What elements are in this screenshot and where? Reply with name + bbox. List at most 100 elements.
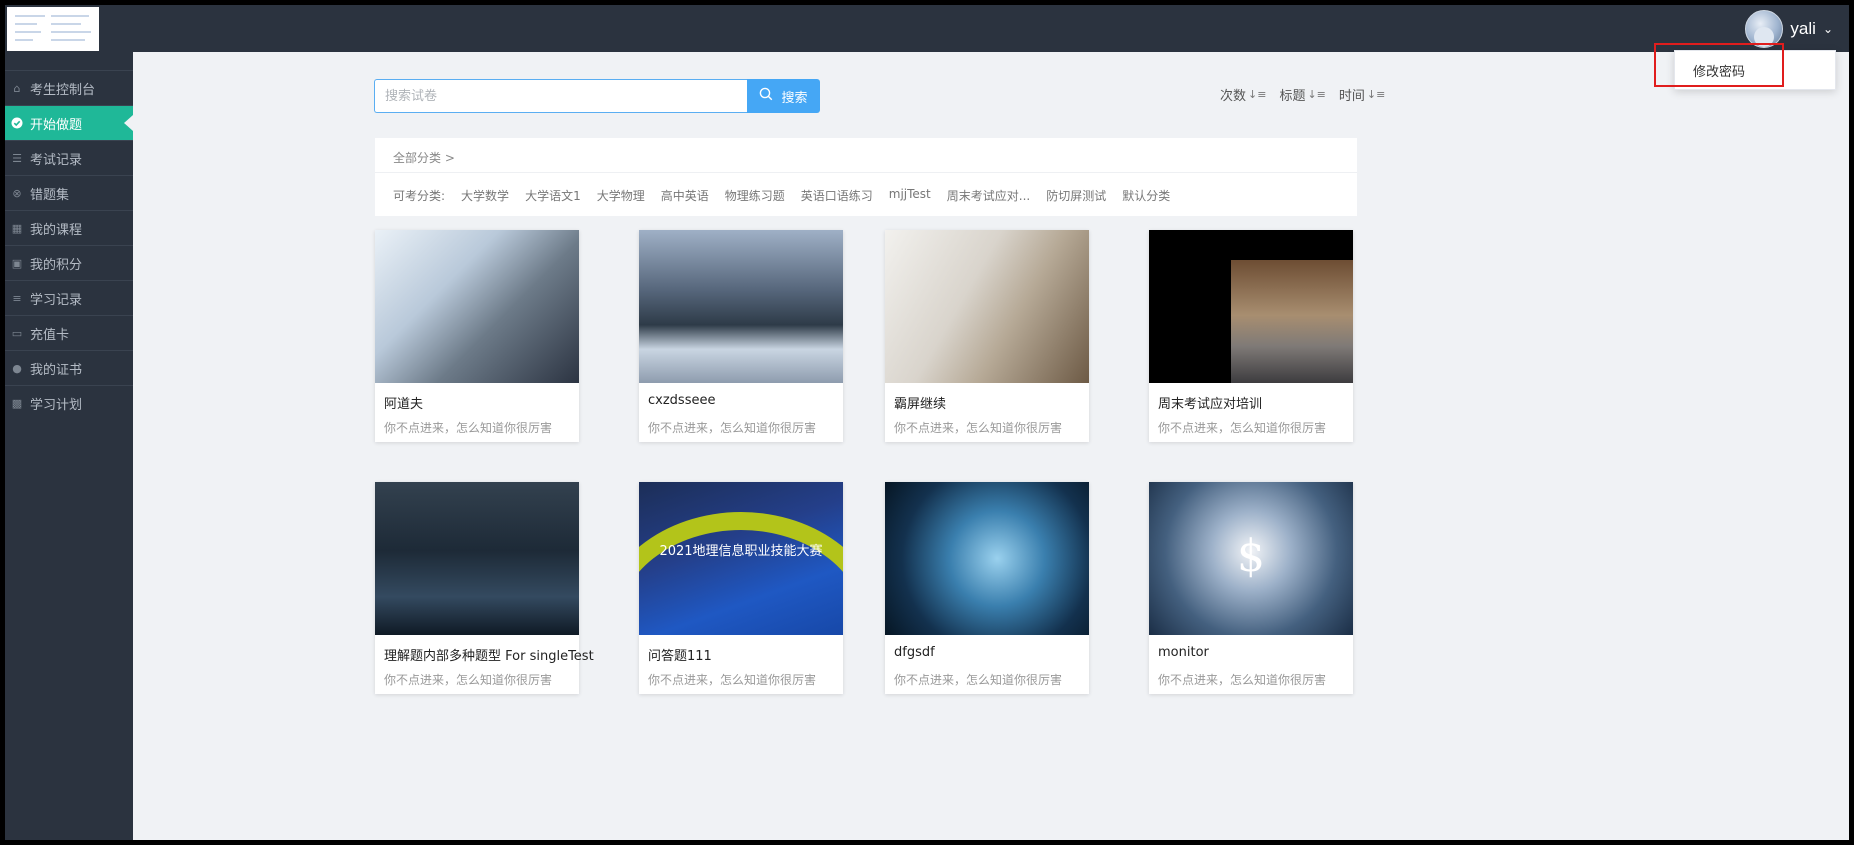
sidebar-item-label: 我的积分 (30, 257, 83, 273)
sort-controls: 次数 ↓≡ 标题 ↓≡ 时间 ↓≡ (1220, 85, 1385, 104)
category-tag[interactable]: 大学数学 (461, 187, 509, 204)
card-image (1149, 230, 1353, 383)
sidebar-item-recharge-card[interactable]: ▭ 充值卡 (5, 315, 133, 350)
align-left-icon: ≡ (12, 291, 22, 305)
sidebar-item-label: 学习计划 (30, 397, 83, 413)
search-icon (759, 87, 773, 105)
sidebar-item-label: 我的证书 (30, 362, 83, 378)
category-tags: 可考分类: 大学数学 大学语文1 大学物理 高中英语 物理练习题 英语口语练习 … (393, 187, 1186, 204)
sidebar-item-wrong-questions[interactable]: ⊗ 错题集 (5, 175, 133, 210)
home-icon: ⌂ (13, 81, 21, 95)
card-title: 理解题内部多种题型 For singleTest (384, 649, 594, 664)
dot-icon: ● (12, 361, 22, 375)
sort-title-label: 标题 (1279, 89, 1306, 104)
sidebar-item-label: 充值卡 (30, 327, 70, 343)
sidebar-item-label: 学习记录 (30, 292, 83, 308)
banner-ring (639, 512, 843, 635)
exam-card[interactable]: 霸屏继续 你不点进来，怎么知道你很厉害 (885, 230, 1089, 442)
card-description: 你不点进来，怎么知道你很厉害 (1158, 673, 1327, 687)
card-title: 问答题111 (648, 649, 712, 664)
card-description: 你不点进来，怎么知道你很厉害 (894, 673, 1063, 687)
category-tag[interactable]: 英语口语练习 (801, 187, 873, 204)
category-label: 可考分类: (393, 189, 446, 203)
search-bar: 搜索 (374, 79, 820, 113)
category-filter: 全部分类 > 可考分类: 大学数学 大学语文1 大学物理 高中英语 物理练习题 … (375, 138, 1357, 216)
sidebar-item-study-records[interactable]: ≡ 学习记录 (5, 280, 133, 315)
calendar-icon: ▩ (11, 396, 23, 410)
sort-by-count[interactable]: 次数 ↓≡ (1220, 85, 1266, 104)
card-image (885, 482, 1089, 635)
sort-icon: ↓≡ (1248, 88, 1267, 101)
sidebar-item-my-certificates[interactable]: ● 我的证书 (5, 350, 133, 385)
card-description: 你不点进来，怎么知道你很厉害 (648, 421, 817, 435)
category-tag[interactable]: 大学物理 (597, 187, 645, 204)
check-circle-icon (11, 117, 23, 129)
book-icon: ▦ (11, 221, 23, 235)
card-image (639, 230, 843, 383)
sort-icon: ↓≡ (1307, 88, 1326, 101)
exam-card[interactable]: 阿道夫 你不点进来，怎么知道你很厉害 (375, 230, 579, 442)
category-tag[interactable]: 大学语文1 (525, 187, 581, 204)
search-input[interactable] (374, 79, 747, 113)
exam-card[interactable]: cxzdsseee 你不点进来，怎么知道你很厉害 (639, 230, 843, 442)
sidebar-item-my-courses[interactable]: ▦ 我的课程 (5, 210, 133, 245)
card-title: monitor (1158, 645, 1209, 660)
exam-card[interactable]: 理解题内部多种题型 For singleTest 你不点进来，怎么知道你很厉害 (375, 482, 594, 694)
card-description: 你不点进来，怎么知道你很厉害 (648, 673, 817, 687)
sidebar-item-label: 考试记录 (30, 152, 83, 168)
search-button-label: 搜索 (781, 90, 808, 106)
card-image (375, 230, 579, 383)
category-tag[interactable]: 周末考试应对... (947, 187, 1030, 204)
highlight-box (1654, 43, 1784, 87)
exam-card[interactable]: 周末考试应对培训 你不点进来，怎么知道你很厉害 (1149, 230, 1353, 442)
exam-card[interactable]: dfgsdf 你不点进来，怎么知道你很厉害 (885, 482, 1089, 694)
username: yali (1790, 19, 1816, 38)
sidebar-item-dashboard[interactable]: ⌂ 考生控制台 (5, 70, 133, 105)
category-tag[interactable]: mjjTest (889, 187, 931, 204)
sidebar-item-my-points[interactable]: ▣ 我的积分 (5, 245, 133, 280)
category-tag[interactable]: 高中英语 (661, 187, 709, 204)
sidebar-item-study-plan[interactable]: ▩ 学习计划 (5, 385, 133, 420)
card-title: 霸屏继续 (894, 397, 947, 412)
sidebar-item-exam-records[interactable]: ☰ 考试记录 (5, 140, 133, 175)
sort-by-title[interactable]: 标题 ↓≡ (1279, 85, 1325, 104)
sort-time-label: 时间 (1338, 89, 1365, 104)
sidebar: ⌂ 考生控制台 开始做题 ☰ 考试记录 ⊗ 错题集 ▦ 我的课程 ▣ 我的积分 … (5, 52, 133, 840)
sidebar-item-label: 我的课程 (30, 222, 83, 238)
card-title: 阿道夫 (384, 397, 424, 412)
card-title: cxzdsseee (648, 393, 716, 408)
category-tag[interactable]: 防切屏测试 (1046, 187, 1106, 204)
gift-icon: ▣ (11, 256, 23, 270)
divider (375, 172, 1357, 173)
category-tag[interactable]: 默认分类 (1122, 187, 1170, 204)
card-description: 你不点进来，怎么知道你很厉害 (894, 421, 1063, 435)
sidebar-item-label: 开始做题 (30, 117, 83, 133)
search-button[interactable]: 搜索 (747, 79, 820, 113)
banner-text: 2021地理信息职业技能大赛 (659, 544, 823, 559)
card-image: $ (1149, 482, 1353, 635)
exam-card[interactable]: $ monitor 你不点进来，怎么知道你很厉害 (1149, 482, 1353, 694)
breadcrumb[interactable]: 全部分类 > (393, 149, 455, 166)
card-description: 你不点进来，怎么知道你很厉害 (1158, 421, 1327, 435)
logo[interactable] (7, 7, 99, 51)
card-image (375, 482, 579, 635)
card-description: 你不点进来，怎么知道你很厉害 (384, 421, 553, 435)
category-tag[interactable]: 物理练习题 (725, 187, 785, 204)
credit-card-icon: ▭ (11, 326, 23, 340)
sidebar-item-start-practice[interactable]: 开始做题 (5, 105, 133, 140)
sidebar-nav: ⌂ 考生控制台 开始做题 ☰ 考试记录 ⊗ 错题集 ▦ 我的课程 ▣ 我的积分 … (5, 70, 133, 420)
sort-count-label: 次数 (1220, 89, 1247, 104)
close-circle-icon: ⊗ (12, 186, 22, 200)
dollar-glyph: $ (1237, 531, 1265, 582)
card-description: 你不点进来，怎么知道你很厉害 (384, 673, 553, 687)
list-icon: ☰ (12, 151, 22, 165)
sidebar-item-label: 错题集 (30, 187, 70, 203)
card-title: 周末考试应对培训 (1158, 397, 1263, 412)
sort-by-time[interactable]: 时间 ↓≡ (1339, 85, 1385, 104)
card-title: dfgsdf (894, 645, 935, 660)
portrait-photo (1231, 260, 1353, 383)
sort-icon: ↓≡ (1366, 88, 1386, 101)
top-bar: yali ⌄ (5, 5, 1849, 52)
card-image: 2021地理信息职业技能大赛 (639, 482, 843, 635)
exam-card[interactable]: 2021地理信息职业技能大赛 问答题111 你不点进来，怎么知道你很厉害 (639, 482, 843, 694)
